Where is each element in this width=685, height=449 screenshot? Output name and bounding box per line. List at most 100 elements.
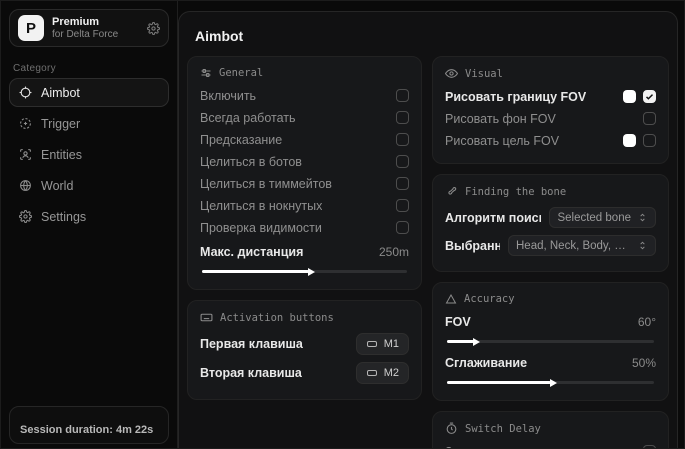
color-toggle-row: Рисовать границу FOV (445, 86, 656, 107)
checkbox-prediction[interactable] (396, 133, 409, 146)
toggle-label: Задержка переключения (445, 445, 589, 449)
toggle-label: Проверка видимости (200, 221, 322, 235)
keyboard-icon (200, 311, 213, 324)
crosshair-icon (19, 86, 32, 99)
keybind-row: Вторая клавиша M2 (200, 359, 409, 387)
checkbox-draw-fov-target[interactable] (643, 134, 656, 147)
timer-icon (445, 422, 458, 435)
bone-algorithm-select[interactable]: Selected bone (549, 207, 656, 228)
brand-title: Premium (52, 16, 139, 29)
smoothing-slider[interactable] (447, 381, 654, 384)
section-title: Activation buttons (220, 312, 334, 324)
chevrons-up-down-icon (637, 212, 648, 223)
slider-row: Макс. дистанция 250m (200, 241, 409, 262)
select-row: Алгоритм поиска кост Selected bone (445, 204, 656, 231)
app-window: P Premium for Delta Force Category Aimbo… (0, 0, 685, 449)
checkbox-switch-delay[interactable] (643, 445, 656, 448)
bone-icon (445, 185, 458, 198)
toggle-label: Предсказание (200, 133, 282, 147)
mouse-icon (366, 367, 378, 379)
toggle-label: Включить (200, 89, 256, 103)
section-title: General (219, 67, 263, 79)
keybind-label: Вторая клавиша (200, 366, 302, 380)
sidebar-item-label: Trigger (41, 117, 80, 131)
sidebar-item-settings[interactable]: Settings (9, 202, 169, 231)
keybind-key: M1 (384, 338, 399, 350)
section-title: Accuracy (464, 293, 515, 305)
toggle-label: Целиться в нокнутых (200, 199, 322, 213)
select-value: Head, Neck, Body, Pe... (516, 240, 631, 252)
checkbox-draw-fov-border[interactable] (643, 90, 656, 103)
checkbox-draw-fov-background[interactable] (643, 112, 656, 125)
toggle-row: Рисовать фон FOV (445, 108, 656, 129)
gear-icon (19, 210, 32, 223)
keybind-label: Первая клавиша (200, 337, 303, 351)
select-label: Алгоритм поиска кост (445, 211, 541, 225)
card-switch-delay: Switch Delay Задержка переключения Задер… (432, 411, 669, 448)
toggle-row: Проверка видимости (200, 217, 409, 238)
slider-row: FOV 60° (445, 311, 656, 332)
slider-value: 60° (638, 315, 656, 329)
slider-value: 50% (632, 356, 656, 370)
color-swatch-fov-border[interactable] (623, 90, 636, 103)
color-toggle-row: Рисовать цель FOV (445, 130, 656, 151)
slider-label: FOV (445, 315, 471, 329)
toggle-row: Всегда работать (200, 107, 409, 128)
gear-icon[interactable] (147, 22, 160, 35)
color-swatch-fov-target[interactable] (623, 134, 636, 147)
checkbox-always-work[interactable] (396, 111, 409, 124)
section-title: Finding the bone (465, 186, 566, 198)
toggle-row: Целиться в нокнутых (200, 195, 409, 216)
sidebar-item-entities[interactable]: Entities (9, 140, 169, 169)
toggle-label: Целиться в тиммейтов (200, 177, 332, 191)
main-panel: Aimbot General Включить (178, 11, 678, 448)
checkbox-visibility-check[interactable] (396, 221, 409, 234)
checkbox-target-knocked[interactable] (396, 199, 409, 212)
slider-thumb[interactable] (550, 379, 557, 387)
chevrons-up-down-icon (637, 240, 648, 251)
max-distance-slider[interactable] (202, 270, 407, 273)
toggle-label: Рисовать фон FOV (445, 112, 556, 126)
slider-thumb[interactable] (308, 268, 315, 276)
checkbox-target-teammates[interactable] (396, 177, 409, 190)
toggle-label: Рисовать цель FOV (445, 134, 559, 148)
session-duration-text: Session duration: 4m 22s (20, 424, 153, 436)
fov-slider[interactable] (447, 340, 654, 343)
slider-thumb[interactable] (473, 338, 480, 346)
checkbox-enable[interactable] (396, 89, 409, 102)
page-title: Aimbot (187, 22, 669, 56)
keybind-button-first[interactable]: M1 (356, 333, 409, 355)
toggle-row: Целиться в ботов (200, 151, 409, 172)
keybind-button-second[interactable]: M2 (356, 362, 409, 384)
slider-value: 250m (379, 245, 409, 259)
brand-subtitle: for Delta Force (52, 29, 139, 41)
sidebar-item-label: Entities (41, 148, 82, 162)
sidebar-item-label: Aimbot (41, 86, 80, 100)
sidebar-item-world[interactable]: World (9, 171, 169, 200)
eye-icon (445, 67, 458, 80)
section-title: Visual (465, 68, 503, 80)
session-duration-card: Session duration: 4m 22s (9, 406, 169, 444)
sidebar-item-aimbot[interactable]: Aimbot (9, 78, 169, 107)
toggle-row: Включить (200, 85, 409, 106)
sidebar-item-label: World (41, 179, 73, 193)
brand-card: P Premium for Delta Force (9, 9, 169, 47)
entities-icon (19, 148, 32, 161)
keybind-row: Первая клавиша M1 (200, 330, 409, 358)
slider-label: Сглаживание (445, 356, 527, 370)
slider-row: Сглаживание 50% (445, 352, 656, 373)
triangle-icon (445, 293, 457, 305)
toggle-label: Всегда работать (200, 111, 296, 125)
toggle-row: Задержка переключения (445, 441, 656, 448)
select-value: Selected bone (557, 212, 631, 224)
focus-icon (19, 117, 32, 130)
checkbox-target-bots[interactable] (396, 155, 409, 168)
brand-text: Premium for Delta Force (52, 16, 139, 40)
sidebar-item-trigger[interactable]: Trigger (9, 109, 169, 138)
toggle-row: Целиться в тиммейтов (200, 173, 409, 194)
toggle-row: Предсказание (200, 129, 409, 150)
sidebar-nav: Aimbot Trigger Entities World (1, 78, 177, 231)
card-visual: Visual Рисовать границу FOV Рисовать фон… (432, 56, 669, 164)
select-label: Выбранные кос (445, 239, 500, 253)
selected-bones-select[interactable]: Head, Neck, Body, Pe... (508, 235, 656, 256)
